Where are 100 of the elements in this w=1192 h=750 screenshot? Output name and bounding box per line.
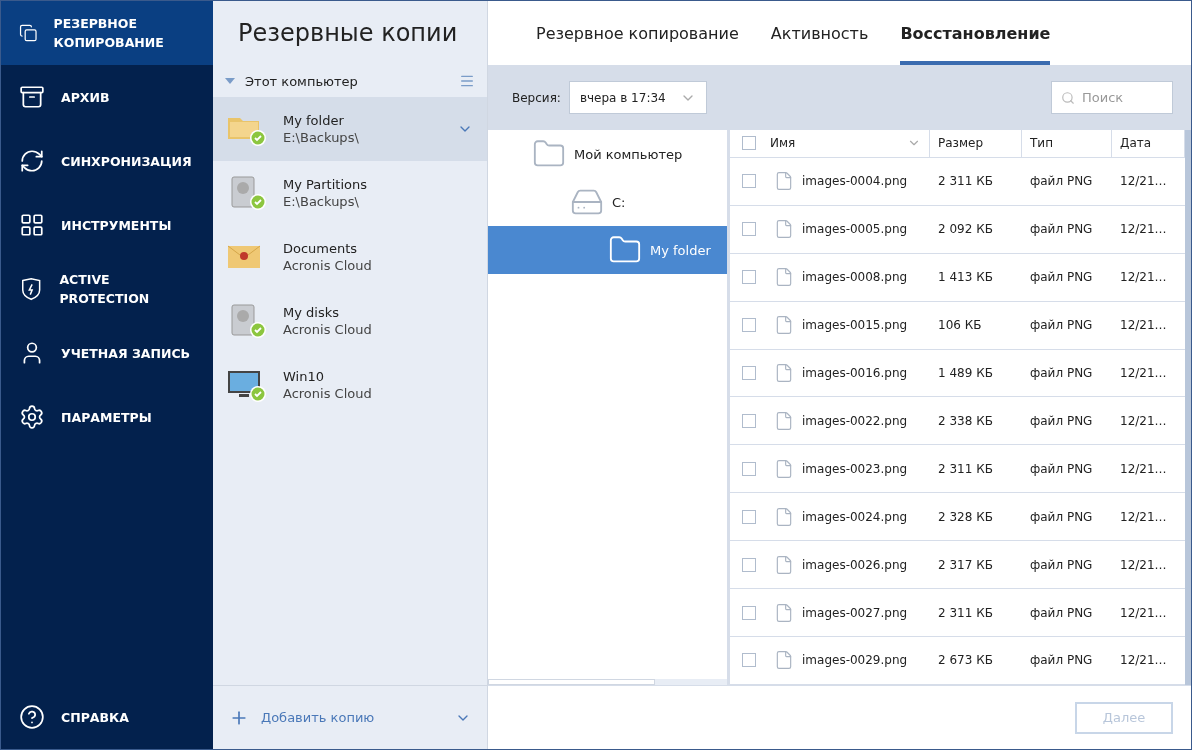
tab[interactable]: Резервное копирование <box>536 1 739 65</box>
archive-icon <box>19 84 45 110</box>
nav-item[interactable]: РЕЗЕРВНОЕ КОПИРОВАНИЕ <box>1 1 213 65</box>
file-name: images-0022.png <box>802 413 908 428</box>
backup-name: Documents <box>283 241 359 256</box>
horizontal-scrollbar[interactable] <box>488 679 727 685</box>
file-icon <box>774 602 794 623</box>
file-icon <box>774 458 794 479</box>
add-backup-link[interactable]: Добавить копию <box>261 710 443 725</box>
row-checkbox[interactable] <box>742 270 756 285</box>
version-dropdown[interactable]: вчера в 17:34 <box>568 81 707 114</box>
backup-location: Acronis Cloud <box>283 322 373 337</box>
file-name: images-0029.png <box>802 653 908 668</box>
backup-name: My folder <box>283 113 345 128</box>
file-name: images-0024.png <box>802 509 908 524</box>
backup-location: E:\Backups\ <box>283 130 360 145</box>
file-date: 12/21… <box>1119 605 1168 620</box>
file-type: файл PNG <box>1029 366 1094 381</box>
nav-item[interactable]: ИНСТРУМЕНТЫ <box>1 193 213 257</box>
grid-icon <box>19 212 45 238</box>
file-size: 1 413 КБ <box>937 270 994 285</box>
file-icon <box>774 410 794 431</box>
file-size: 2 311 КБ <box>937 605 994 620</box>
file-name: images-0027.png <box>802 605 908 620</box>
row-checkbox[interactable] <box>742 222 756 237</box>
file-icon <box>774 219 794 240</box>
row-checkbox[interactable] <box>742 653 756 668</box>
file-icon <box>774 171 794 192</box>
file-date: 12/21… <box>1119 318 1168 333</box>
row-checkbox[interactable] <box>742 366 756 381</box>
file-size: 2 311 КБ <box>937 461 994 476</box>
file-type: файл PNG <box>1029 605 1094 620</box>
file-size: 2 338 КБ <box>937 413 994 428</box>
nav-item[interactable]: ACTIVE PROTECTION <box>1 257 213 321</box>
file-type: файл PNG <box>1029 461 1094 476</box>
file-size: 2 317 КБ <box>937 557 994 572</box>
tab[interactable]: Активность <box>770 1 869 65</box>
nav-item[interactable]: СИНХРОНИЗАЦИЯ <box>1 129 213 193</box>
file-name: images-0004.png <box>802 174 908 189</box>
column-header[interactable]: Дата <box>1112 130 1185 157</box>
backup-item[interactable]: My Partitions E:\Backups\ <box>213 161 487 225</box>
help-item[interactable]: СПРАВКА <box>1 685 213 749</box>
menu-icon[interactable] <box>459 73 475 89</box>
file-type: файл PNG <box>1029 222 1094 237</box>
file-size: 106 КБ <box>937 318 983 333</box>
nav-item[interactable]: АРХИВ <box>1 65 213 129</box>
tree-item[interactable]: C: <box>488 178 727 226</box>
backup-item[interactable]: Documents Acronis Cloud <box>213 225 487 289</box>
file-icon <box>774 267 794 288</box>
search-field[interactable]: Поиск <box>1051 81 1173 114</box>
nav-item[interactable]: УЧЕТНАЯ ЗАПИСЬ <box>1 321 213 385</box>
file-size: 2 328 КБ <box>937 509 994 524</box>
row-checkbox[interactable] <box>742 557 756 572</box>
file-icon <box>774 506 794 527</box>
row-checkbox[interactable] <box>742 318 756 333</box>
backup-name: Win10 <box>283 369 325 384</box>
sync-icon <box>19 148 45 174</box>
backup-item[interactable]: My disks Acronis Cloud <box>213 289 487 353</box>
file-date: 12/21… <box>1119 174 1168 189</box>
group-label: Этот компьютер <box>245 73 359 89</box>
file-date: 12/21… <box>1119 653 1168 668</box>
backup-name: My Partitions <box>283 177 368 192</box>
row-checkbox[interactable] <box>742 509 756 524</box>
file-name: images-0005.png <box>802 222 908 237</box>
backup-name: My disks <box>283 305 340 320</box>
backup-item[interactable]: My folder E:\Backups\ <box>213 97 487 161</box>
file-date: 12/21… <box>1119 222 1168 237</box>
row-checkbox[interactable] <box>742 174 756 189</box>
file-size: 1 489 КБ <box>937 366 994 381</box>
file-name: images-0016.png <box>802 366 908 381</box>
backup-location: Acronis Cloud <box>283 386 373 401</box>
file-type: файл PNG <box>1029 318 1094 333</box>
row-checkbox[interactable] <box>742 413 756 428</box>
file-type: файл PNG <box>1029 174 1094 189</box>
select-all-checkbox[interactable] <box>742 136 756 151</box>
row-checkbox[interactable] <box>742 605 756 620</box>
panel-title: Резервные копии <box>237 18 459 49</box>
backup-location: E:\Backups\ <box>283 194 360 209</box>
file-icon <box>774 363 794 384</box>
expand-triangle-icon[interactable] <box>225 78 235 84</box>
tree-item[interactable]: Мой компьютер <box>488 130 727 178</box>
file-name: images-0015.png <box>802 318 908 333</box>
column-header[interactable]: Имя <box>762 130 930 157</box>
file-name: images-0008.png <box>802 270 908 285</box>
file-type: файл PNG <box>1029 413 1094 428</box>
file-size: 2 311 КБ <box>937 174 994 189</box>
backup-location: Acronis Cloud <box>283 258 373 273</box>
help-icon <box>19 704 45 730</box>
backup-item[interactable]: Win10 Acronis Cloud <box>213 353 487 417</box>
file-type: файл PNG <box>1029 509 1094 524</box>
tree-item[interactable]: My folder <box>488 226 727 274</box>
row-checkbox[interactable] <box>742 461 756 476</box>
file-icon <box>774 650 794 671</box>
column-header[interactable]: Размер <box>930 130 1022 157</box>
file-date: 12/21… <box>1119 509 1168 524</box>
column-header[interactable]: Тип <box>1022 130 1112 157</box>
search-icon <box>1061 91 1075 105</box>
version-label: Версия: <box>512 90 561 105</box>
file-type: файл PNG <box>1029 653 1094 668</box>
nav-item[interactable]: ПАРАМЕТРЫ <box>1 385 213 449</box>
